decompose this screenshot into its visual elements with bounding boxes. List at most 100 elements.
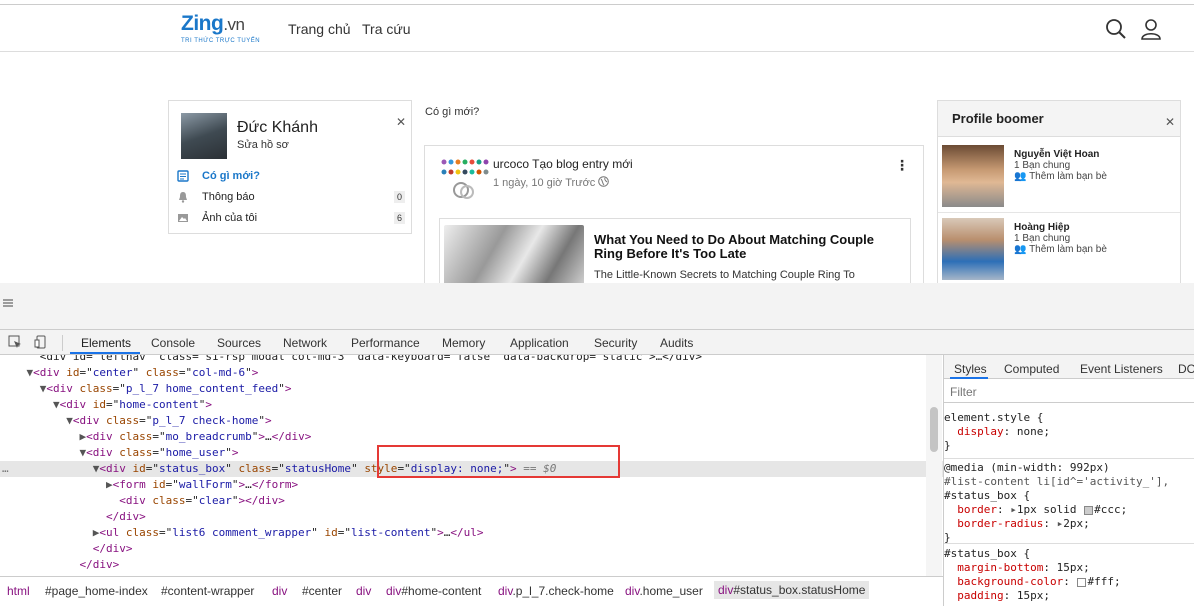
nav-home[interactable]: Trang chủ	[288, 21, 351, 37]
css-property[interactable]: padding	[957, 589, 1003, 602]
color-swatch[interactable]	[1084, 505, 1094, 515]
close-icon[interactable]: ✕	[1165, 115, 1175, 129]
menu-icon[interactable]	[2, 297, 14, 309]
search-icon[interactable]	[1105, 18, 1127, 40]
post-author[interactable]: urcoco	[493, 157, 529, 171]
friend-name[interactable]: Nguyễn Việt Hoan	[1014, 149, 1099, 160]
tab-console[interactable]: Console	[151, 336, 195, 350]
breadcrumb-item[interactable]: #content-wrapper	[161, 584, 254, 598]
tag-close: >	[510, 462, 517, 475]
inspect-element-icon[interactable]	[8, 335, 22, 349]
css-property[interactable]: margin-bottom	[957, 561, 1043, 574]
attr-name: class	[125, 526, 159, 539]
attr-name: class	[145, 366, 179, 379]
dom-node-selected[interactable]: … ▼<div id="status_box" class="statusHom…	[0, 461, 943, 477]
tab-performance[interactable]: Performance	[351, 336, 420, 350]
add-friend-button[interactable]: 👥 Thêm làm bạn bè	[1014, 244, 1107, 255]
breadcrumb-item[interactable]: div#home-content	[386, 584, 481, 598]
article-preview[interactable]: What You Need to Do About Matching Coupl…	[439, 218, 911, 283]
tab-memory[interactable]: Memory	[442, 336, 485, 350]
scroll-thumb[interactable]	[930, 407, 938, 452]
css-value[interactable]: 15px;	[1057, 561, 1090, 574]
css-property[interactable]: border-radius	[957, 517, 1043, 530]
attr-value: p_l_7 home_content_feed	[125, 382, 279, 395]
dom-node[interactable]: ▶<form id="wallForm">…</form>	[0, 477, 943, 493]
attr-quote: ="	[165, 478, 179, 491]
dom-node[interactable]: </div>	[0, 541, 943, 557]
article-title[interactable]: What You Need to Do About Matching Coupl…	[594, 233, 894, 261]
dom-node[interactable]: ▼<div class="p_l_7 check-home">	[0, 413, 943, 429]
attr-quote: ="	[79, 366, 93, 379]
dom-node[interactable]: </div>	[0, 509, 943, 525]
css-property[interactable]: background-color	[957, 575, 1063, 588]
dom-node[interactable]: <div class="clear"></div>	[0, 493, 943, 509]
attr-value: p_l_7 check-home	[152, 414, 259, 427]
tab-event-listeners[interactable]: Event Listeners	[1080, 362, 1163, 376]
css-rule-status-box[interactable]: #status_box { margin-bottom: 15px; backg…	[944, 547, 1194, 603]
tab-elements[interactable]: Elements	[81, 336, 131, 350]
nav-lookup[interactable]: Tra cứu	[362, 21, 411, 37]
edit-profile-link[interactable]: Sửa hồ sơ	[237, 139, 289, 151]
css-value[interactable]: #fff;	[1087, 575, 1120, 588]
menu-item-whats-new[interactable]: Có gì mới?	[177, 168, 405, 186]
dom-node[interactable]: ▶<div class="mo_breadcrumb">…</div>	[0, 429, 943, 445]
css-value[interactable]: 1px solid	[1017, 503, 1077, 516]
dom-node[interactable]: ▶<ul class="list6 comment_wrapper" id="l…	[0, 525, 943, 541]
friend-photo[interactable]	[942, 145, 1004, 207]
tab-network[interactable]: Network	[283, 336, 327, 350]
breadcrumb-item[interactable]: div	[356, 584, 371, 598]
attr-name: id	[92, 398, 106, 411]
breadcrumb-item[interactable]: div.home_user	[625, 584, 703, 598]
menu-item-notifications[interactable]: Thông báo 0	[177, 189, 405, 207]
css-property[interactable]: border	[957, 503, 997, 516]
css-value[interactable]: 15px;	[1017, 589, 1050, 602]
tab-security[interactable]: Security	[594, 336, 637, 350]
css-rule-media[interactable]: @media (min-width: 992px) #list-content …	[944, 461, 1194, 545]
avatar[interactable]	[181, 113, 227, 159]
expand-triangle-icon[interactable]: ▸	[1010, 503, 1017, 516]
tab-styles[interactable]: Styles	[954, 362, 987, 376]
menu-item-my-photos[interactable]: Ảnh của tôi 6	[177, 210, 405, 228]
add-friend-button[interactable]: 👥 Thêm làm bạn bè	[1014, 171, 1107, 182]
friend-name[interactable]: Hoàng Hiệp	[1014, 222, 1070, 233]
zing-logo[interactable]: Zing.vn TRI THỨC TRỰC TUYẾN	[181, 13, 261, 49]
device-toolbar-icon[interactable]	[34, 335, 48, 349]
css-rule-element-style[interactable]: element.style { display: none; }	[944, 411, 1194, 453]
friend-photo[interactable]	[942, 218, 1004, 280]
css-value[interactable]: 2px;	[1063, 517, 1090, 530]
breadcrumb-item[interactable]: html	[7, 584, 30, 598]
css-value[interactable]: #ccc;	[1094, 503, 1127, 516]
close-icon[interactable]: ✕	[396, 115, 406, 129]
attr-name: class	[119, 430, 153, 443]
breadcrumb-item[interactable]: #center	[302, 584, 342, 598]
breadcrumb-item[interactable]: div#status_box.statusHome	[714, 581, 870, 599]
dom-scrollbar[interactable]	[926, 355, 942, 576]
tab-audits[interactable]: Audits	[660, 336, 693, 350]
devtools-tabbar: Elements Console Sources Network Perform…	[0, 330, 1194, 355]
tab-dom-breakpoints[interactable]: DO	[1178, 362, 1194, 376]
tab-application[interactable]: Application	[510, 336, 569, 350]
tab-computed[interactable]: Computed	[1004, 362, 1059, 376]
filter-input[interactable]	[950, 384, 1150, 400]
attr-quote: ="	[152, 446, 166, 459]
breadcrumb-item[interactable]: div.p_l_7.check-home	[498, 584, 614, 598]
post-thumbnail[interactable]	[439, 156, 489, 204]
breadcrumb-item[interactable]: div	[272, 584, 287, 598]
color-swatch[interactable]	[1077, 577, 1087, 587]
css-value[interactable]: none	[1017, 425, 1044, 438]
tab-sources[interactable]: Sources	[217, 336, 261, 350]
breadcrumb-item[interactable]: #page_home-index	[45, 584, 148, 598]
dom-node[interactable]: ▼<div id="home-content">	[0, 397, 943, 413]
newsfeed-icon	[177, 170, 189, 182]
more-options-icon[interactable]: ⋮	[895, 157, 909, 174]
user-icon[interactable]	[1140, 18, 1162, 40]
css-property[interactable]: display	[957, 425, 1003, 438]
dom-node[interactable]: </div>	[0, 557, 943, 573]
add-friend-icon: 👥	[1014, 244, 1027, 255]
dom-node[interactable]: <div id="leftnav" class="s1-rsp modal co…	[0, 355, 943, 365]
dom-node[interactable]: ▼<div class="p_l_7 home_content_feed">	[0, 381, 943, 397]
bell-icon	[179, 192, 187, 203]
dom-node[interactable]: ▼<div id="center" class="col-md-6">	[0, 365, 943, 381]
profile-name[interactable]: Đức Khánh	[237, 119, 318, 137]
dom-node[interactable]: ▼<div class="home_user">	[0, 445, 943, 461]
